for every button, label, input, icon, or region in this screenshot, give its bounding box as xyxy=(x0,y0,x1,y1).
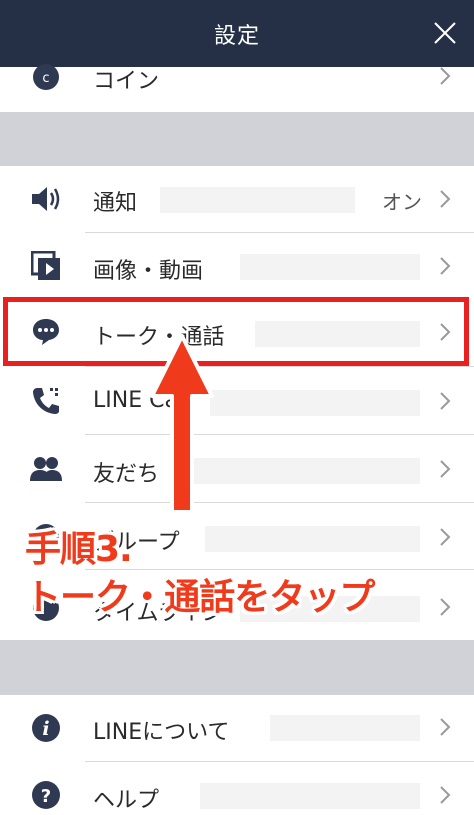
svg-text:c: c xyxy=(42,71,49,86)
chevron-right-icon xyxy=(440,190,451,208)
chevron-right-icon xyxy=(440,257,451,275)
redaction-block xyxy=(160,187,355,213)
chevron-right-icon xyxy=(440,718,451,736)
highlight-box xyxy=(3,297,469,366)
settings-item-help[interactable]: ? ヘルプ xyxy=(0,762,474,815)
speaker-icon xyxy=(30,183,62,215)
settings-item-label: ヘルプ xyxy=(93,788,160,813)
settings-item-coin[interactable]: c コイン xyxy=(0,64,474,112)
settings-item-notifications[interactable]: 通知 オン xyxy=(0,166,474,232)
settings-item-friends[interactable]: 友だち xyxy=(0,435,474,502)
chevron-right-icon xyxy=(440,598,451,616)
redaction-block xyxy=(175,458,420,484)
instruction-step: 手順3. xyxy=(25,529,133,570)
notification-status: オン xyxy=(382,190,422,214)
redaction-block xyxy=(205,526,420,552)
coin-icon: c xyxy=(30,61,62,93)
chevron-right-icon xyxy=(440,67,451,85)
help-icon: ? xyxy=(30,779,62,811)
settings-item-label: 画像・動画 xyxy=(93,259,204,284)
settings-item-label: LINE Call xyxy=(93,388,191,413)
settings-header: 設定 xyxy=(0,0,474,67)
chevron-right-icon xyxy=(440,460,451,478)
settings-item-label: 友だち xyxy=(93,462,160,487)
instruction-text: トーク・通話をタップ xyxy=(25,577,375,618)
svg-text:?: ? xyxy=(41,786,51,807)
phone-icon xyxy=(30,385,62,417)
svg-text:i: i xyxy=(42,718,49,740)
friends-icon xyxy=(30,453,62,485)
settings-item-photos-videos[interactable]: 画像・動画 xyxy=(0,233,474,299)
media-icon xyxy=(30,250,62,282)
close-icon[interactable] xyxy=(430,18,460,48)
settings-item-call[interactable]: LINE Call xyxy=(0,367,474,434)
settings-item-label: LINEについて xyxy=(93,720,230,745)
redaction-block xyxy=(200,783,420,809)
redaction-block xyxy=(240,254,420,280)
settings-item-label: 通知 xyxy=(93,191,138,216)
info-icon: i xyxy=(30,712,62,744)
redaction-block xyxy=(210,390,420,416)
redaction-block xyxy=(270,715,420,741)
chevron-right-icon xyxy=(440,528,451,546)
section-divider xyxy=(0,640,474,695)
settings-item-label: コイン xyxy=(93,69,160,94)
section-divider xyxy=(0,112,474,166)
chevron-right-icon xyxy=(440,786,451,804)
settings-item-about[interactable]: i LINEについて xyxy=(0,695,474,761)
chevron-right-icon xyxy=(440,392,451,410)
page-title: 設定 xyxy=(213,23,260,49)
